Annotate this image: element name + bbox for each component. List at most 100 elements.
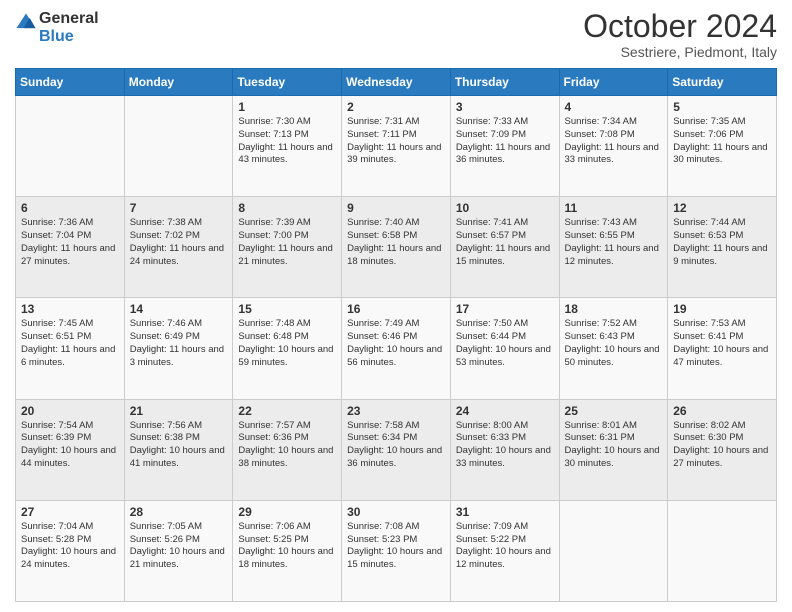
cell-info: Sunrise: 8:01 AMSunset: 6:31 PMDaylight:… — [565, 420, 663, 471]
cell-info: Sunrise: 7:40 AMSunset: 6:58 PMDaylight:… — [347, 217, 445, 268]
col-wednesday: Wednesday — [342, 69, 451, 96]
page: General Blue October 2024 Sestriere, Pie… — [0, 0, 792, 612]
day-number: 28 — [130, 505, 228, 519]
calendar-cell: 17Sunrise: 7:50 AMSunset: 6:44 PMDayligh… — [450, 298, 559, 399]
cell-info: Sunrise: 8:00 AMSunset: 6:33 PMDaylight:… — [456, 420, 554, 471]
calendar-header-row: Sunday Monday Tuesday Wednesday Thursday… — [16, 69, 777, 96]
calendar-cell: 1Sunrise: 7:30 AMSunset: 7:13 PMDaylight… — [233, 96, 342, 197]
day-number: 25 — [565, 404, 663, 418]
day-number: 8 — [238, 201, 336, 215]
day-number: 26 — [673, 404, 771, 418]
cell-info: Sunrise: 7:44 AMSunset: 6:53 PMDaylight:… — [673, 217, 771, 268]
cell-info: Sunrise: 7:08 AMSunset: 5:23 PMDaylight:… — [347, 521, 445, 572]
day-number: 2 — [347, 100, 445, 114]
calendar-cell: 2Sunrise: 7:31 AMSunset: 7:11 PMDaylight… — [342, 96, 451, 197]
calendar-cell: 13Sunrise: 7:45 AMSunset: 6:51 PMDayligh… — [16, 298, 125, 399]
logo-text-line2: Blue — [39, 28, 99, 46]
col-saturday: Saturday — [668, 69, 777, 96]
calendar-cell: 23 Sunrise: 7:58 AMSunset: 6:34 PMDayligh… — [342, 399, 451, 500]
calendar-cell: 4Sunrise: 7:34 AMSunset: 7:08 PMDaylight… — [559, 96, 668, 197]
day-number: 31 — [456, 505, 554, 519]
day-number: 6 — [21, 201, 119, 215]
calendar-cell: 30Sunrise: 7:08 AMSunset: 5:23 PMDayligh… — [342, 500, 451, 601]
cell-info: Sunrise: 7:36 AMSunset: 7:04 PMDaylight:… — [21, 217, 119, 268]
calendar-cell: 28 Sunrise: 7:05 AMSunset: 5:26 PMDayligh… — [124, 500, 233, 601]
day-number: 24 — [456, 404, 554, 418]
day-number: 3 — [456, 100, 554, 114]
col-monday: Monday — [124, 69, 233, 96]
day-number: 7 — [130, 201, 228, 215]
col-thursday: Thursday — [450, 69, 559, 96]
calendar-cell — [124, 96, 233, 197]
calendar-cell: 11 Sunrise: 7:43 AMSunset: 6:55 PMDayligh… — [559, 197, 668, 298]
calendar-week-row: 20 Sunrise: 7:54 AMSunset: 6:39 PMDayligh… — [16, 399, 777, 500]
calendar-cell: 16 Sunrise: 7:49 AMSunset: 6:46 PMDayligh… — [342, 298, 451, 399]
calendar-week-row: 13Sunrise: 7:45 AMSunset: 6:51 PMDayligh… — [16, 298, 777, 399]
cell-info: Sunrise: 7:46 AMSunset: 6:49 PMDaylight:… — [130, 318, 228, 369]
calendar-cell: 29Sunrise: 7:06 AMSunset: 5:25 PMDayligh… — [233, 500, 342, 601]
cell-info: Sunrise: 7:56 AMSunset: 6:38 PMDaylight:… — [130, 420, 228, 471]
calendar-cell: 14 Sunrise: 7:46 AMSunset: 6:49 PMDayligh… — [124, 298, 233, 399]
logo-icon — [15, 12, 37, 34]
calendar-week-row: 6 Sunrise: 7:36 AMSunset: 7:04 PMDaylight… — [16, 197, 777, 298]
calendar-cell: 18Sunrise: 7:52 AMSunset: 6:43 PMDayligh… — [559, 298, 668, 399]
day-number: 16 — [347, 302, 445, 316]
cell-info: Sunrise: 7:49 AMSunset: 6:46 PMDaylight:… — [347, 318, 445, 369]
calendar-cell: 12 Sunrise: 7:44 AMSunset: 6:53 PMDayligh… — [668, 197, 777, 298]
cell-info: Sunrise: 7:50 AMSunset: 6:44 PMDaylight:… — [456, 318, 554, 369]
cell-info: Sunrise: 7:52 AMSunset: 6:43 PMDaylight:… — [565, 318, 663, 369]
calendar-week-row: 1Sunrise: 7:30 AMSunset: 7:13 PMDaylight… — [16, 96, 777, 197]
day-number: 22 — [238, 404, 336, 418]
cell-info: Sunrise: 7:58 AMSunset: 6:34 PMDaylight:… — [347, 420, 445, 471]
calendar-cell: 3 Sunrise: 7:33 AMSunset: 7:09 PMDaylight… — [450, 96, 559, 197]
cell-info: Sunrise: 7:35 AMSunset: 7:06 PMDaylight:… — [673, 116, 771, 167]
day-number: 12 — [673, 201, 771, 215]
cell-info: Sunrise: 8:02 AMSunset: 6:30 PMDaylight:… — [673, 420, 771, 471]
cell-info: Sunrise: 7:09 AMSunset: 5:22 PMDaylight:… — [456, 521, 554, 572]
calendar-cell: 10 Sunrise: 7:41 AMSunset: 6:57 PMDayligh… — [450, 197, 559, 298]
day-number: 5 — [673, 100, 771, 114]
day-number: 9 — [347, 201, 445, 215]
day-number: 1 — [238, 100, 336, 114]
cell-info: Sunrise: 7:53 AMSunset: 6:41 PMDaylight:… — [673, 318, 771, 369]
logo-text-line1: General — [39, 10, 99, 28]
calendar-cell: 25 Sunrise: 8:01 AMSunset: 6:31 PMDayligh… — [559, 399, 668, 500]
calendar-cell: 19 Sunrise: 7:53 AMSunset: 6:41 PMDayligh… — [668, 298, 777, 399]
location: Sestriere, Piedmont, Italy — [583, 44, 777, 60]
day-number: 11 — [565, 201, 663, 215]
day-number: 23 — [347, 404, 445, 418]
month-title: October 2024 — [583, 10, 777, 42]
calendar-cell: 5 Sunrise: 7:35 AMSunset: 7:06 PMDaylight… — [668, 96, 777, 197]
day-number: 13 — [21, 302, 119, 316]
calendar-table: Sunday Monday Tuesday Wednesday Thursday… — [15, 68, 777, 602]
calendar-cell: 8 Sunrise: 7:39 AMSunset: 7:00 PMDaylight… — [233, 197, 342, 298]
cell-info: Sunrise: 7:33 AMSunset: 7:09 PMDaylight:… — [456, 116, 554, 167]
cell-info: Sunrise: 7:41 AMSunset: 6:57 PMDaylight:… — [456, 217, 554, 268]
day-number: 20 — [21, 404, 119, 418]
calendar-cell — [16, 96, 125, 197]
calendar-cell: 27Sunrise: 7:04 AMSunset: 5:28 PMDayligh… — [16, 500, 125, 601]
calendar-cell: 15Sunrise: 7:48 AMSunset: 6:48 PMDayligh… — [233, 298, 342, 399]
day-number: 19 — [673, 302, 771, 316]
cell-info: Sunrise: 7:43 AMSunset: 6:55 PMDaylight:… — [565, 217, 663, 268]
calendar-cell: 9 Sunrise: 7:40 AMSunset: 6:58 PMDaylight… — [342, 197, 451, 298]
cell-info: Sunrise: 7:38 AMSunset: 7:02 PMDaylight:… — [130, 217, 228, 268]
cell-info: Sunrise: 7:54 AMSunset: 6:39 PMDaylight:… — [21, 420, 119, 471]
header: General Blue October 2024 Sestriere, Pie… — [15, 10, 777, 60]
calendar-cell: 26 Sunrise: 8:02 AMSunset: 6:30 PMDayligh… — [668, 399, 777, 500]
logo: General Blue — [15, 10, 99, 45]
cell-info: Sunrise: 7:05 AMSunset: 5:26 PMDaylight:… — [130, 521, 228, 572]
col-sunday: Sunday — [16, 69, 125, 96]
day-number: 14 — [130, 302, 228, 316]
day-number: 10 — [456, 201, 554, 215]
calendar-cell — [559, 500, 668, 601]
calendar-cell: 22Sunrise: 7:57 AMSunset: 6:36 PMDayligh… — [233, 399, 342, 500]
day-number: 4 — [565, 100, 663, 114]
calendar-cell: 20 Sunrise: 7:54 AMSunset: 6:39 PMDayligh… — [16, 399, 125, 500]
cell-info: Sunrise: 7:06 AMSunset: 5:25 PMDaylight:… — [238, 521, 336, 572]
day-number: 21 — [130, 404, 228, 418]
calendar-cell: 21 Sunrise: 7:56 AMSunset: 6:38 PMDayligh… — [124, 399, 233, 500]
calendar-cell: 24 Sunrise: 8:00 AMSunset: 6:33 PMDayligh… — [450, 399, 559, 500]
cell-info: Sunrise: 7:39 AMSunset: 7:00 PMDaylight:… — [238, 217, 336, 268]
calendar-cell: 6 Sunrise: 7:36 AMSunset: 7:04 PMDaylight… — [16, 197, 125, 298]
